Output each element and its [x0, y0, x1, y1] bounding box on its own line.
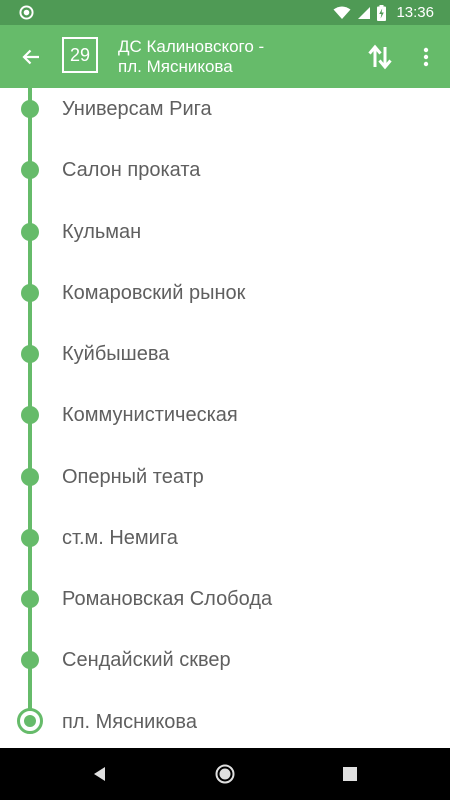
- signal-icon: [358, 6, 371, 19]
- stop-list: Универсам Рига Салон проката Кульман Ком…: [0, 88, 450, 748]
- back-button[interactable]: [14, 40, 48, 74]
- system-nav-bar: [0, 748, 450, 800]
- stop-item-final[interactable]: пл. Мясникова: [0, 692, 450, 748]
- stop-dot-icon: [21, 590, 39, 608]
- stop-item[interactable]: Коммунистическая: [0, 385, 450, 446]
- stop-dot-icon: [21, 406, 39, 424]
- stop-name: Романовская Слобода: [62, 588, 273, 610]
- stop-name: ст.м. Немига: [62, 527, 178, 549]
- stop-name: Сендайский сквер: [62, 649, 231, 671]
- app-screen: 13:36 29 ДС Калиновского - пл. Мясникова: [0, 0, 450, 800]
- stop-dot-icon: [21, 100, 39, 118]
- stop-item[interactable]: ст.м. Немига: [0, 508, 450, 569]
- status-icons: 13:36: [333, 0, 434, 25]
- stop-item[interactable]: Оперный театр: [0, 447, 450, 508]
- nav-recents-icon[interactable]: [342, 766, 358, 782]
- stop-item[interactable]: Романовская Слобода: [0, 569, 450, 630]
- stop-item[interactable]: Салон проката: [0, 140, 450, 201]
- stop-name: Кульман: [62, 221, 142, 243]
- stop-item[interactable]: Куйбышева: [0, 324, 450, 385]
- stop-dot-icon: [21, 529, 39, 547]
- stop-name: Универсам Рига: [62, 98, 212, 120]
- stop-dot-icon: [21, 161, 39, 179]
- stop-item[interactable]: Сендайский сквер: [0, 630, 450, 691]
- app-bar: 29 ДС Калиновского - пл. Мясникова: [0, 25, 450, 88]
- stop-dot-icon: [21, 468, 39, 486]
- stop-name: Оперный театр: [62, 466, 204, 488]
- stop-name: Комаровский рынок: [62, 282, 246, 304]
- status-bar: 13:36: [0, 0, 450, 25]
- route-number-badge: 29: [62, 37, 98, 73]
- stop-dot-icon: [21, 651, 39, 669]
- stop-dot-icon: [21, 284, 39, 302]
- stop-item[interactable]: Универсам Рига: [0, 88, 450, 140]
- wifi-icon: [333, 6, 351, 19]
- swap-direction-button[interactable]: [362, 39, 398, 75]
- swap-direction-icon: [368, 44, 392, 70]
- final-stop-icon: [17, 708, 43, 734]
- stop-item[interactable]: Кульман: [0, 202, 450, 263]
- battery-charging-icon: [377, 4, 387, 21]
- stop-dot-icon: [21, 223, 39, 241]
- stop-name: Куйбышева: [62, 343, 170, 365]
- stop-name: Коммунистическая: [62, 404, 238, 426]
- status-time: 13:36: [396, 4, 434, 21]
- stop-dot-icon: [21, 345, 39, 363]
- more-vert-icon: [423, 47, 429, 67]
- stop-item[interactable]: Комаровский рынок: [0, 263, 450, 324]
- stop-name: пл. Мясникова: [62, 711, 197, 733]
- app-notification-icon: [19, 5, 34, 20]
- stop-name: Салон проката: [62, 159, 201, 181]
- nav-back-icon[interactable]: [90, 764, 110, 784]
- nav-home-icon[interactable]: [215, 764, 235, 784]
- more-options-button[interactable]: [413, 39, 439, 75]
- back-arrow-icon: [22, 49, 39, 65]
- route-title: ДС Калиновского - пл. Мясникова: [118, 37, 265, 76]
